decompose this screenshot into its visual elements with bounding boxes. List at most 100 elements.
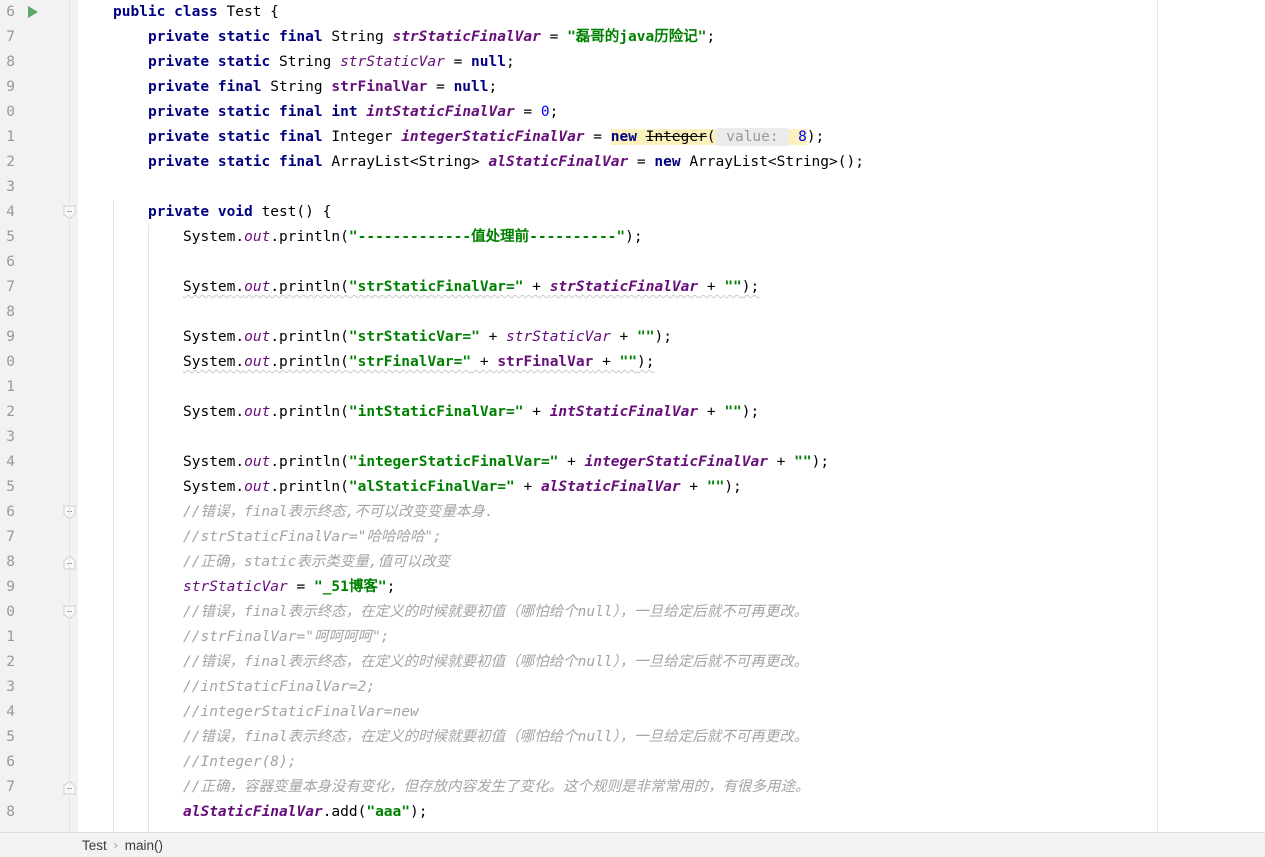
code-line[interactable]: //错误，final表示终态，在定义的时候就要初值（哪怕给个null），一旦给定… (78, 650, 1265, 675)
gutter-row[interactable]: 0 (0, 350, 78, 375)
code-line[interactable]: alStaticFinalVar.add("aaa"); (78, 800, 1265, 825)
gutter-row[interactable]: 8 (0, 800, 78, 825)
code-line[interactable]: //integerStaticFinalVar=new (78, 700, 1265, 725)
gutter-row[interactable]: 1 (0, 625, 78, 650)
gutter-row[interactable]: 5 (0, 475, 78, 500)
code-line[interactable]: private static String strStaticVar = nul… (78, 50, 1265, 75)
code-line[interactable]: //strFinalVar="呵呵呵呵"; (78, 625, 1265, 650)
code-token: strStaticVar (506, 329, 611, 345)
gutter-row[interactable]: 0 (0, 100, 78, 125)
code-line[interactable]: private static final ArrayList<String> a… (78, 150, 1265, 175)
code-line[interactable]: private void test() { (78, 200, 1265, 225)
code-token: //integerStaticFinalVar=new (183, 704, 419, 720)
gutter-row[interactable]: 7 (0, 25, 78, 50)
code-token: String (323, 29, 393, 45)
gutter-row[interactable]: 6 (0, 500, 78, 525)
code-line[interactable]: private final String strFinalVar = null; (78, 75, 1265, 100)
gutter-row[interactable]: 4 (0, 450, 78, 475)
gutter-row[interactable]: 3 (0, 675, 78, 700)
breadcrumb-item-class[interactable]: Test (82, 838, 107, 853)
code-token (270, 29, 279, 45)
breadcrumb[interactable]: Test › main() (0, 832, 1265, 857)
gutter-row[interactable]: 0 (0, 600, 78, 625)
code-token: ); (742, 404, 759, 420)
code-line[interactable]: //正确，容器变量本身没有变化，但存放内容发生了变化。这个规则是非常常用的，有很… (78, 775, 1265, 800)
code-line[interactable]: private static final int intStaticFinalV… (78, 100, 1265, 125)
code-line[interactable]: //intStaticFinalVar=2; (78, 675, 1265, 700)
code-line[interactable] (78, 175, 1265, 200)
code-line[interactable]: strStaticVar = "_51博客"; (78, 575, 1265, 600)
gutter-row[interactable]: 4 (0, 700, 78, 725)
code-token: class (174, 4, 218, 20)
gutter-row[interactable]: 5 (0, 725, 78, 750)
editor-gutter[interactable]: 678901234567890123456789012345678 (0, 0, 79, 832)
gutter-row[interactable]: 2 (0, 400, 78, 425)
code-line[interactable] (78, 425, 1265, 450)
gutter-row[interactable]: 8 (0, 50, 78, 75)
gutter-rows: 678901234567890123456789012345678 (0, 0, 78, 825)
code-line[interactable]: System.out.println("strFinalVar=" + strF… (78, 350, 1265, 375)
code-token: System. (183, 329, 244, 345)
code-token: //错误，final表示终态，在定义的时候就要初值（哪怕给个null），一旦给定… (183, 729, 808, 745)
code-line[interactable]: System.out.println("intStaticFinalVar=" … (78, 400, 1265, 425)
gutter-row[interactable]: 2 (0, 650, 78, 675)
gutter-row[interactable]: 7 (0, 775, 78, 800)
code-editor[interactable]: 678901234567890123456789012345678 public… (0, 0, 1265, 857)
gutter-row[interactable]: 4 (0, 200, 78, 225)
gutter-row[interactable]: 3 (0, 175, 78, 200)
gutter-row[interactable]: 6 (0, 0, 78, 25)
code-token: Integer (646, 129, 707, 145)
code-token: String (777, 154, 829, 170)
fold-rail (69, 0, 70, 832)
code-line[interactable]: //错误，final表示终态,不可以改变变量本身. (78, 500, 1265, 525)
code-token: System. (183, 454, 244, 470)
gutter-row[interactable]: 6 (0, 250, 78, 275)
code-token: //intStaticFinalVar=2; (183, 679, 375, 695)
line-number: 7 (6, 775, 15, 800)
gutter-row[interactable]: 7 (0, 525, 78, 550)
code-token: ; (550, 104, 559, 120)
code-token: private (148, 154, 209, 170)
breadcrumb-item-method[interactable]: main() (125, 838, 163, 853)
code-token: void (218, 204, 253, 220)
gutter-row[interactable]: 2 (0, 150, 78, 175)
code-line[interactable]: private static final String strStaticFin… (78, 25, 1265, 50)
gutter-row[interactable]: 3 (0, 425, 78, 450)
code-token: integerStaticFinalVar (401, 129, 584, 145)
line-number: 3 (6, 675, 15, 700)
gutter-row[interactable]: 1 (0, 125, 78, 150)
code-token: .println( (270, 354, 349, 370)
code-line[interactable]: //错误，final表示终态，在定义的时候就要初值（哪怕给个null），一旦给定… (78, 600, 1265, 625)
code-line[interactable]: System.out.println("strStaticFinalVar=" … (78, 275, 1265, 300)
gutter-row[interactable]: 8 (0, 550, 78, 575)
gutter-row[interactable]: 1 (0, 375, 78, 400)
line-number: 7 (6, 25, 15, 50)
code-line[interactable]: System.out.println("integerStaticFinalVa… (78, 450, 1265, 475)
code-line-content: private static final int intStaticFinalV… (148, 104, 558, 120)
play-triangle-icon[interactable] (28, 6, 38, 18)
gutter-row[interactable]: 8 (0, 300, 78, 325)
gutter-row[interactable]: 5 (0, 225, 78, 250)
code-line[interactable] (78, 375, 1265, 400)
code-line[interactable] (78, 250, 1265, 275)
gutter-row[interactable]: 9 (0, 325, 78, 350)
code-line[interactable]: //Integer(8); (78, 750, 1265, 775)
code-line[interactable]: //错误，final表示终态，在定义的时候就要初值（哪怕给个null），一旦给定… (78, 725, 1265, 750)
code-token: "strStaticVar=" (349, 329, 480, 345)
line-number: 0 (6, 350, 15, 375)
code-line-content: //正确，static表示类变量,值可以改变 (183, 554, 450, 570)
code-line[interactable]: System.out.println("alStaticFinalVar=" +… (78, 475, 1265, 500)
code-area[interactable]: public class Test {private static final … (78, 0, 1265, 832)
gutter-row[interactable]: 6 (0, 750, 78, 775)
gutter-row[interactable]: 9 (0, 75, 78, 100)
code-line[interactable]: System.out.println("strStaticVar=" + str… (78, 325, 1265, 350)
gutter-row[interactable]: 9 (0, 575, 78, 600)
code-line[interactable] (78, 300, 1265, 325)
code-line[interactable]: //正确，static表示类变量,值可以改变 (78, 550, 1265, 575)
code-line[interactable]: System.out.println("-------------值处理前---… (78, 225, 1265, 250)
code-token: System. (183, 354, 244, 370)
code-line[interactable]: private static final Integer integerStat… (78, 125, 1265, 150)
gutter-row[interactable]: 7 (0, 275, 78, 300)
code-line[interactable]: public class Test { (78, 0, 1265, 25)
code-line[interactable]: //strStaticFinalVar="哈哈哈哈"; (78, 525, 1265, 550)
